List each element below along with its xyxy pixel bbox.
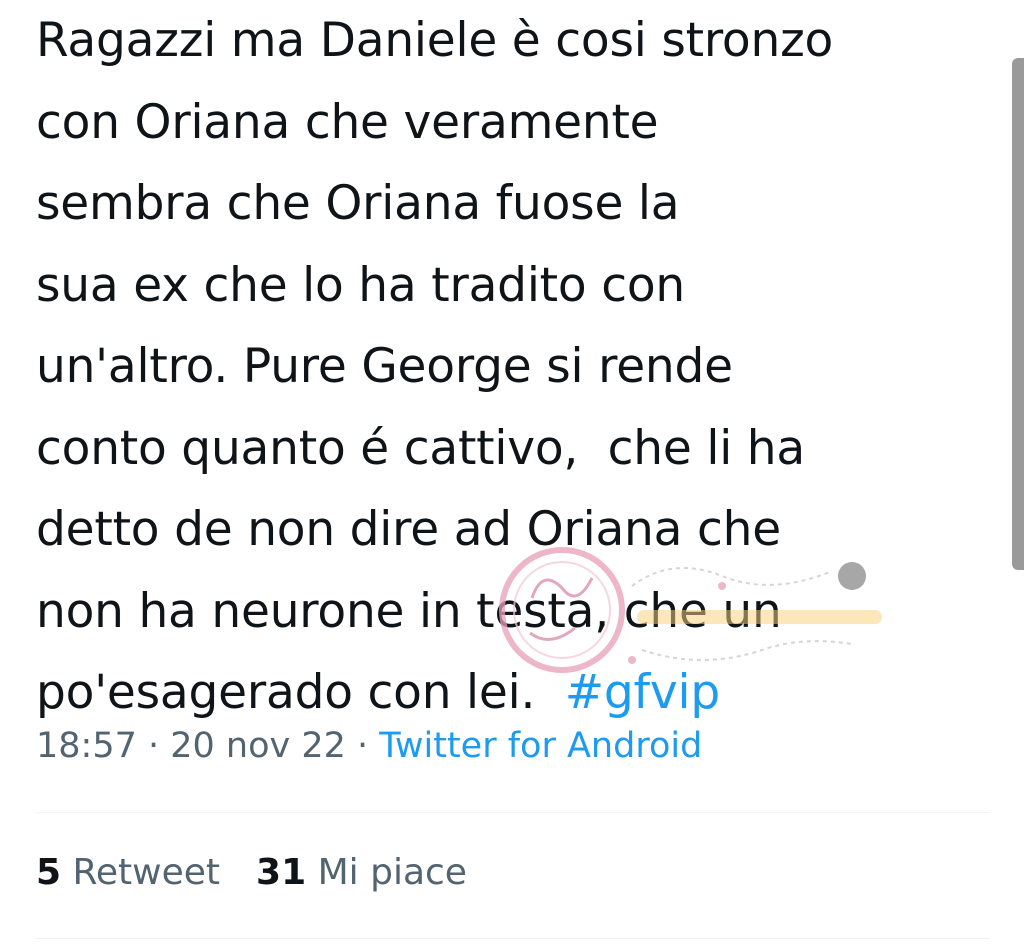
tweet-text-line-3: sembra che Oriana fuose la [36, 176, 680, 231]
meta-separator: · [345, 726, 380, 766]
divider [36, 938, 990, 939]
tweet-detail: Ragazzi ma Daniele è cosi stronzo con Or… [0, 0, 1024, 952]
tweet-body-text: Ragazzi ma Daniele è cosi stronzo con Or… [36, 0, 986, 734]
likes-count: 31 [256, 852, 307, 893]
tweet-stats: 5 Retweet 31 Mi piace [36, 852, 467, 893]
tweet-text-line-1: Ragazzi ma Daniele è cosi stronzo [36, 13, 834, 68]
retweets-stat[interactable]: 5 Retweet [36, 852, 220, 893]
tweet-text-line-5: un'altro. Pure George si rende [36, 339, 733, 394]
likes-label: Mi piace [306, 852, 467, 893]
retweets-label: Retweet [61, 852, 221, 893]
retweets-count: 5 [36, 852, 62, 893]
tweet-source-link[interactable]: Twitter for Android [379, 726, 702, 766]
tweet-text-line-2: con Oriana che veramente [36, 94, 659, 150]
scrollbar[interactable] [1012, 58, 1024, 570]
tweet-text-line-9: po'esagerado con lei. #gfvip [36, 652, 986, 734]
tweet-text-line-4: sua ex che lo ha tradito con [36, 257, 685, 313]
tweet-meta: 18:57 · 20 nov 22 · Twitter for Android [36, 726, 702, 766]
tweet-date[interactable]: 20 nov 22 [170, 726, 346, 766]
meta-separator: · [136, 726, 171, 766]
tweet-text-line-9-body: po'esagerado con lei. [36, 665, 565, 720]
tweet-text-line-8: non ha neurone in testa, che un [36, 583, 782, 639]
divider [36, 812, 990, 813]
tweet-time[interactable]: 18:57 [36, 726, 137, 766]
tweet-text-line-6: conto quanto é cattivo, che li ha [36, 420, 805, 476]
hashtag-link[interactable]: #gfvip [565, 665, 720, 720]
tweet-text-line-7: detto de non dire ad Oriana che [36, 502, 781, 557]
likes-stat[interactable]: 31 Mi piace [256, 852, 467, 893]
